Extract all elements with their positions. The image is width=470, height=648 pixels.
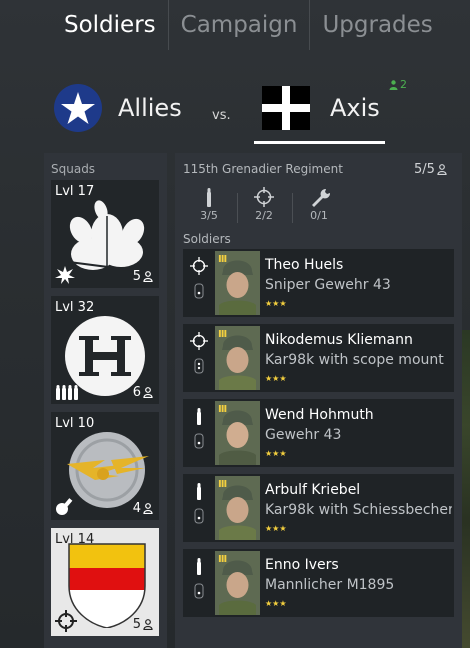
squad-card[interactable]: Lvl 17 5 [51,180,159,288]
allies-star-icon [54,84,102,132]
person-icon [143,387,153,398]
rank-badge: III [218,404,227,415]
soldier-portrait: III [215,401,260,465]
soldier-name: Theo Huels [265,257,344,273]
tab-upgrades[interactable]: Upgrades [310,0,444,50]
rifle-ammo-icon [197,483,201,500]
regiment-member-count: 5/5 [414,162,447,177]
squad-member-count: 5 [133,269,153,284]
soldier-name: Wend Hohmuth [265,407,374,423]
tab-campaign[interactable]: Campaign [169,0,311,50]
slot-engineer-value: 0/1 [310,209,328,222]
top-tabs: Soldiers Campaign Upgrades [52,0,445,50]
soldier-weapon: Gewehr 43 [265,427,342,443]
squad-member-count: 5 [133,617,153,632]
equipment-slot-icon [194,433,204,449]
soldier-row[interactable]: III Wend Hohmuth Gewehr 43 ★★★ [183,399,454,467]
soldier-portrait: III [215,326,260,390]
crosshair-icon [190,332,208,350]
faction-axis[interactable]: Axis [258,84,380,132]
tab-soldiers[interactable]: Soldiers [52,0,169,50]
squad-member-count: 6 [133,385,153,400]
axis-label: Axis [330,94,380,122]
soldier-name: Enno Ivers [265,557,339,573]
soldier-name: Nikodemus Kliemann [265,332,413,348]
rifle-ammo-icon [207,188,211,207]
soldier-stars: ★★★ [265,374,287,383]
person-icon [437,164,447,175]
soldier-weapon: Mannlicher M1895 [265,577,395,593]
slot-divider [292,193,293,223]
equipment-slot-icon [194,508,204,524]
squad-level: Lvl 14 [55,532,95,547]
axis-selected-underline [254,141,385,144]
rank-badge: III [218,254,227,265]
soldier-portrait: III [215,251,260,315]
soldier-portrait: III [215,476,260,540]
soldier-portrait: III [215,551,260,615]
axis-cross-icon [258,84,314,132]
crosshair-icon [254,187,274,207]
squad-level: Lvl 32 [55,300,95,315]
person-icon [389,79,398,90]
squad-card[interactable]: Lvl 10 4 [51,412,159,520]
regiment-name: 115th Grenadier Regiment [183,162,343,176]
person-icon [143,503,153,514]
person-icon [143,271,153,282]
soldiers-title: Soldiers [183,232,231,246]
crosshair-icon [190,257,208,275]
wrench-icon [312,188,331,207]
soldier-name: Arbulf Kriebel [265,482,361,498]
slot-sniper-value: 2/2 [255,209,273,222]
equipment-slot-icon [194,358,204,374]
rifle-ammo-icon [197,558,201,575]
versus-label: vs. [212,108,231,123]
squad-card[interactable]: Lvl 32 6 [51,296,159,404]
soldier-weapon: Kar98k with scope mount [265,352,444,368]
rank-badge: III [218,554,227,565]
axis-player-count: 2 [389,78,407,91]
slot-rifle[interactable]: 3/5 [192,187,226,222]
rifle-ammo-icon [197,408,201,425]
soldier-weapon: Sniper Gewehr 43 [265,277,391,293]
allies-label: Allies [118,94,182,122]
slot-divider [237,193,238,223]
squad-card-selected[interactable]: Lvl 14 5 [51,528,159,636]
crosshair-icon [55,610,77,632]
soldier-stars: ★★★ [265,449,287,458]
soldier-stars: ★★★ [265,299,287,308]
slot-sniper[interactable]: 2/2 [247,187,281,222]
slot-rifle-value: 3/5 [200,209,218,222]
soldier-stars: ★★★ [265,599,287,608]
soldier-row[interactable]: III Nikodemus Kliemann Kar98k with scope… [183,324,454,392]
soldier-stars: ★★★ [265,524,287,533]
squad-level: Lvl 17 [55,184,95,199]
soldier-weapon: Kar98k with Schiessbecher [265,502,452,518]
soldier-row[interactable]: III Theo Huels Sniper Gewehr 43 ★★★ [183,249,454,317]
slot-engineer[interactable]: 0/1 [302,187,336,222]
squads-title: Squads [51,162,96,176]
grenade-icon [55,494,77,516]
equipment-slot-icon [194,583,204,599]
ammo-icon [55,382,81,400]
equipment-slot-icon [194,283,204,299]
explosion-icon [55,266,75,284]
person-icon [143,619,153,630]
rank-badge: III [218,329,227,340]
soldier-row[interactable]: III Arbulf Kriebel Kar98k with Schiessbe… [183,474,454,542]
squad-member-count: 4 [133,501,153,516]
squad-level: Lvl 10 [55,416,95,431]
soldier-row[interactable]: III Enno Ivers Mannlicher M1895 ★★★ [183,549,454,617]
faction-allies[interactable]: Allies [54,84,182,132]
rank-badge: III [218,479,227,490]
